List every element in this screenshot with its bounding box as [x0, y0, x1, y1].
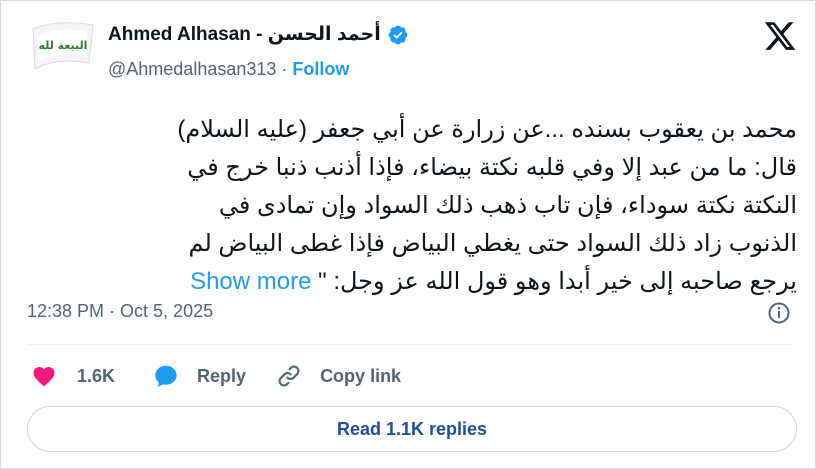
- author-handle-row: @Ahmedalhasan313 · Follow: [108, 59, 349, 80]
- x-logo-icon[interactable]: [763, 19, 797, 53]
- tweet-text: محمد بن يعقوب بسنده ...عن زرارة عن أبي ج…: [27, 111, 797, 301]
- reply-button[interactable]: Reply: [153, 363, 246, 389]
- divider: [27, 344, 793, 345]
- action-bar: 1.6K Reply Copy link: [31, 361, 431, 391]
- copy-link-label: Copy link: [320, 365, 402, 386]
- info-icon[interactable]: [767, 301, 791, 325]
- like-button[interactable]: 1.6K: [31, 363, 115, 389]
- read-replies-button[interactable]: Read 1.1K replies: [27, 406, 797, 452]
- heart-icon: [33, 367, 55, 387]
- tweet-line-last: يرجع صاحبه إلى خير أبدا وهو قول الله عز …: [27, 263, 797, 301]
- copy-link-button[interactable]: Copy link: [276, 363, 401, 389]
- follow-button[interactable]: Follow: [292, 59, 349, 79]
- tweet-line: الذنوب زاد ذلك السواد حتى يغطي البياض فإ…: [188, 230, 797, 257]
- author-name[interactable]: Ahmed Alhasan - أحمد الحسن: [108, 23, 381, 46]
- tweet-line: محمد بن يعقوب بسنده ...عن زرارة عن أبي ج…: [177, 116, 797, 143]
- author-handle[interactable]: @Ahmedalhasan313: [108, 59, 276, 79]
- reply-label: Reply: [197, 365, 247, 386]
- separator: ·: [281, 59, 288, 79]
- reply-bubble-icon: [155, 365, 177, 387]
- like-count: 1.6K: [77, 365, 116, 386]
- tweet-line: النكتة نكتة سوداء، فإن تاب ذهب ذلك السوا…: [218, 192, 797, 219]
- author-name-row: Ahmed Alhasan - أحمد الحسن: [108, 23, 409, 46]
- tweet-line: قال: ما من عبد إلا وفي قلبه نكتة بيضاء، …: [187, 154, 797, 181]
- verified-badge-icon: [388, 25, 408, 44]
- timestamp[interactable]: 12:38 PM · Oct 5, 2025: [27, 301, 213, 322]
- avatar-text: البيعة لله: [39, 39, 88, 52]
- tweet-line-text: يرجع صاحبه إلى خير أبدا وهو قول الله عز …: [318, 268, 797, 295]
- avatar[interactable]: البيعة لله: [27, 17, 99, 77]
- tweet-card: البيعة لله Ahmed Alhasan - أحمد الحسن @A…: [0, 0, 816, 469]
- link-icon: [278, 365, 300, 387]
- show-more-link[interactable]: Show more: [190, 268, 311, 295]
